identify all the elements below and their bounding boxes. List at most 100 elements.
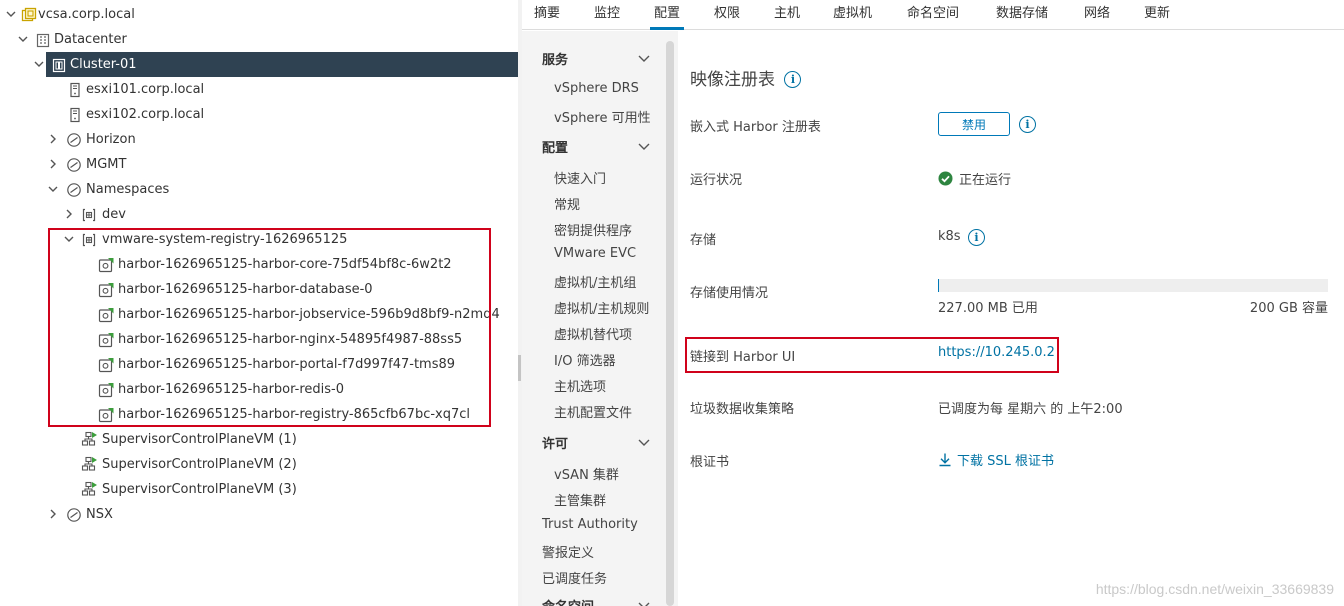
chevron-right-icon[interactable] — [46, 157, 60, 171]
tree-node-mgmt[interactable]: MGMT — [0, 152, 518, 177]
subnav-section-namespaces[interactable]: 命名空间 — [542, 596, 594, 606]
subnav-item-host-options[interactable]: 主机选项 — [554, 376, 606, 395]
subnav-item-scheduled-tasks[interactable]: 已调度任务 — [542, 568, 607, 587]
tree-node-dev[interactable]: dev — [0, 202, 518, 227]
chevron-right-icon[interactable] — [46, 507, 60, 521]
tab-summary[interactable]: 摘要 — [534, 0, 560, 30]
chevron-down-icon[interactable] — [16, 32, 30, 46]
chevron-right-icon[interactable] — [62, 207, 76, 221]
subnav-item-key-providers[interactable]: 密钥提供程序 — [554, 220, 632, 239]
subnav-item-drs[interactable]: vSphere DRS — [554, 81, 639, 96]
chevron-down-icon[interactable] — [637, 435, 651, 449]
subnav-item-quickstart[interactable]: 快速入门 — [554, 168, 606, 187]
chevron-down-icon[interactable] — [32, 57, 46, 71]
vm-icon — [81, 481, 98, 498]
tree-node-label: harbor-1626965125-harbor-database-0 — [118, 282, 373, 297]
tab-monitor[interactable]: 监控 — [594, 0, 620, 30]
chevron-down-icon[interactable] — [637, 51, 651, 65]
tab-configure[interactable]: 配置 — [649, 0, 685, 30]
storage-capacity: 200 GB 容量 — [1249, 301, 1328, 316]
page-title: 映像注册表 i — [690, 65, 802, 90]
storage-usage-label: 存储使用情况 — [690, 286, 769, 301]
tree-node-label: harbor-1626965125-harbor-nginx-54895f498… — [118, 332, 463, 347]
info-icon[interactable]: i — [968, 229, 985, 246]
chevron-down-icon[interactable] — [62, 232, 76, 246]
storage-usage-bar-fill — [938, 279, 939, 292]
tree-node-vm[interactable]: SupervisorControlPlaneVM (1) — [0, 427, 518, 452]
download-cert-link[interactable]: 下载 SSL 根证书 — [938, 450, 1054, 469]
tree-node-label: dev — [102, 207, 126, 222]
root-cert-label: 根证书 — [690, 455, 730, 470]
tree-node-namespaces[interactable]: Namespaces — [0, 177, 518, 202]
subnav-item-vm-overrides[interactable]: 虚拟机替代项 — [554, 324, 632, 343]
tree-node-datacenter[interactable]: Datacenter — [0, 27, 518, 52]
tree-node-pod[interactable]: harbor-1626965125-harbor-core-75df54bf8c… — [0, 252, 518, 277]
tree-node-cluster-01[interactable]: Cluster-01 — [34, 52, 518, 77]
chevron-down-icon[interactable] — [4, 7, 18, 21]
subnav-item-ha[interactable]: vSphere 可用性 — [554, 107, 651, 126]
subnav-item-trust-authority[interactable]: Trust Authority — [542, 517, 638, 532]
tree-node-label: esxi102.corp.local — [86, 107, 205, 122]
object-tabs: 摘要 监控 配置 权限 主机 虚拟机 命名空间 数据存储 网络 更新 — [522, 0, 1344, 30]
tree-node-host[interactable]: esxi102.corp.local — [0, 102, 518, 127]
tree-node-label: SupervisorControlPlaneVM (1) — [102, 432, 297, 447]
tree-node-label: harbor-1626965125-harbor-portal-f7d997f4… — [118, 357, 456, 372]
tree-node-label: harbor-1626965125-harbor-redis-0 — [118, 382, 344, 397]
chevron-down-icon[interactable] — [637, 139, 651, 153]
subnav-section-configuration[interactable]: 配置 — [542, 137, 568, 156]
tree-node-vm[interactable]: SupervisorControlPlaneVM (2) — [0, 452, 518, 477]
subnav-item-vsan-cluster[interactable]: vSAN 集群 — [554, 464, 619, 483]
subnav-item-host-profile[interactable]: 主机配置文件 — [554, 402, 632, 421]
subnav-item-general[interactable]: 常规 — [554, 194, 580, 213]
tab-namespaces[interactable]: 命名空间 — [907, 0, 959, 30]
subnav-scrollbar[interactable] — [666, 41, 674, 606]
tab-permissions[interactable]: 权限 — [714, 0, 740, 30]
tree-node-label: esxi101.corp.local — [86, 82, 205, 97]
subnav-item-supervisor-cluster[interactable]: 主管集群 — [554, 490, 606, 509]
subnav-item-alarm-definitions[interactable]: 警报定义 — [542, 542, 594, 561]
tree-node-vm[interactable]: SupervisorControlPlaneVM (3) — [0, 477, 518, 502]
tree-node-pod[interactable]: harbor-1626965125-harbor-portal-f7d997f4… — [0, 352, 518, 377]
disable-button[interactable]: 禁用 — [938, 112, 1010, 136]
subnav-item-vm-host-groups[interactable]: 虚拟机/主机组 — [554, 272, 636, 291]
subnav-item-vm-host-rules[interactable]: 虚拟机/主机规则 — [554, 298, 649, 317]
splitter-grip[interactable] — [518, 355, 521, 381]
tree-node-horizon[interactable]: Horizon — [0, 127, 518, 152]
tab-datastores[interactable]: 数据存储 — [996, 0, 1048, 30]
tree-node-nsx[interactable]: NSX — [0, 502, 518, 527]
tab-vms[interactable]: 虚拟机 — [833, 0, 872, 30]
subnav-item-io-filters[interactable]: I/O 筛选器 — [554, 350, 616, 369]
tree-node-label: SupervisorControlPlaneVM (2) — [102, 457, 297, 472]
subnav-item-evc[interactable]: VMware EVC — [554, 246, 636, 261]
chevron-down-icon[interactable] — [46, 182, 60, 196]
vcenter-icon — [20, 6, 37, 23]
tree-node-host[interactable]: esxi101.corp.local — [0, 77, 518, 102]
chevron-down-icon[interactable] — [637, 598, 651, 606]
tree-node-pod[interactable]: harbor-1626965125-harbor-nginx-54895f498… — [0, 327, 518, 352]
harbor-ui-link[interactable]: https://10.245.0.2 — [938, 345, 1055, 360]
tab-updates[interactable]: 更新 — [1144, 0, 1170, 30]
tree-node-pod[interactable]: harbor-1626965125-harbor-registry-865cfb… — [0, 402, 518, 427]
tree-node-label: Cluster-01 — [70, 57, 137, 72]
tree-node-pod[interactable]: harbor-1626965125-harbor-jobservice-596b… — [0, 302, 518, 327]
namespace-icon — [80, 206, 97, 223]
tree-node-label: harbor-1626965125-harbor-registry-865cfb… — [118, 407, 471, 422]
inventory-tree: vcsa.corp.local Datacenter Cluster-01 es… — [0, 0, 518, 606]
download-cert-text: 下载 SSL 根证书 — [957, 454, 1055, 469]
tab-hosts[interactable]: 主机 — [774, 0, 800, 30]
subnav-section-services[interactable]: 服务 — [542, 49, 568, 68]
info-icon[interactable]: i — [784, 71, 802, 88]
tree-node-label: harbor-1626965125-harbor-core-75df54bf8c… — [118, 257, 452, 272]
info-icon[interactable]: i — [1019, 116, 1036, 133]
vm-icon — [81, 431, 98, 448]
tab-networks[interactable]: 网络 — [1084, 0, 1110, 30]
storage-policy: k8s — [938, 229, 961, 244]
chevron-right-icon[interactable] — [46, 132, 60, 146]
tree-node-registry-namespace[interactable]: vmware-system-registry-1626965125 — [0, 227, 518, 252]
tree-node-pod[interactable]: harbor-1626965125-harbor-database-0 — [0, 277, 518, 302]
pod-icon — [97, 281, 114, 298]
subnav-section-licensing[interactable]: 许可 — [542, 433, 568, 452]
tree-node-vcsa[interactable]: vcsa.corp.local — [0, 2, 518, 27]
tree-node-pod[interactable]: harbor-1626965125-harbor-redis-0 — [0, 377, 518, 402]
health-status-label: 运行状况 — [690, 173, 743, 188]
